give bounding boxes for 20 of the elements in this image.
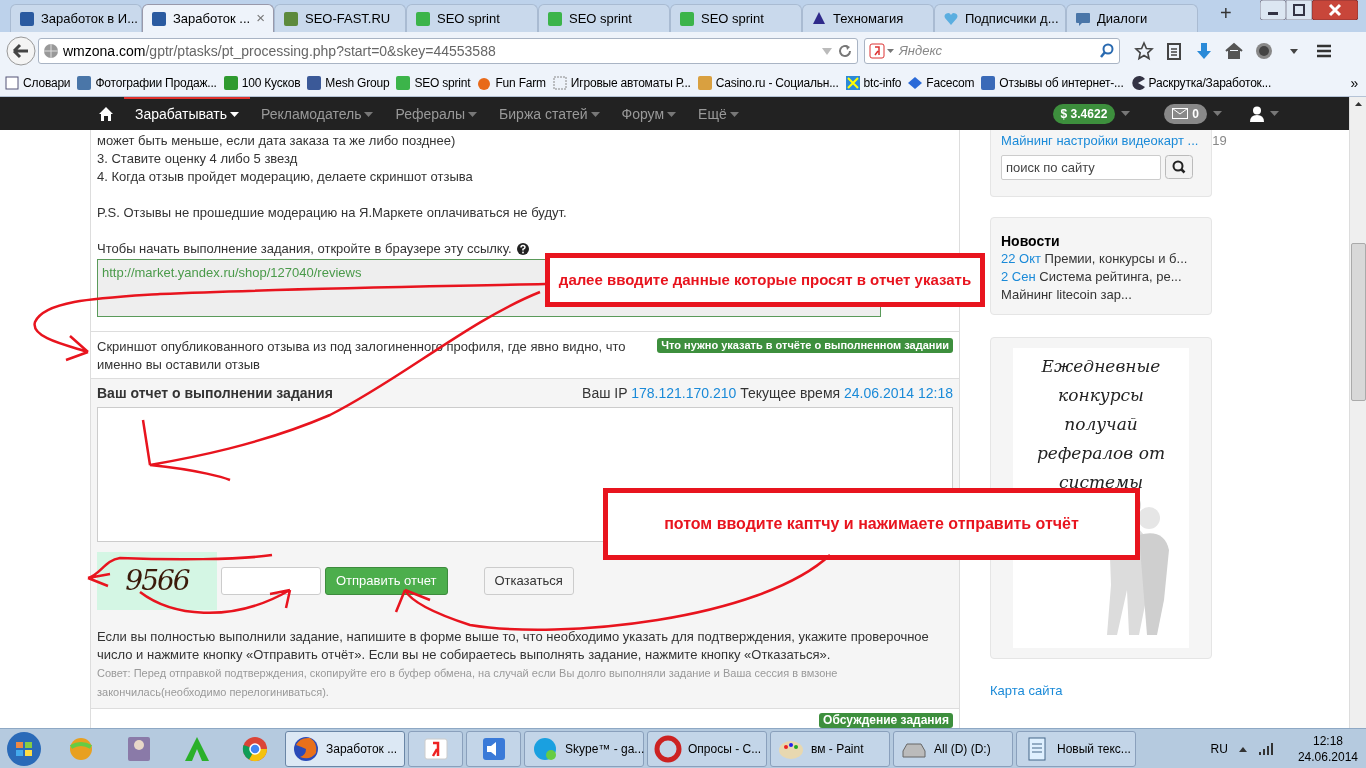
banner-text: Ежедневные: [1041, 354, 1161, 378]
banner-text: конкурсы: [1058, 383, 1144, 407]
ip-and-time-text: Ваш IP 178.121.170.210 Текущее время 24.06.2014 12:18: [582, 384, 953, 403]
task-text: Чтобы начать выполнение задания, откройте в браузере эту ссылку.: [97, 240, 512, 258]
requirement-badge: Что нужно указать в отчёте о выполненном задании: [657, 338, 953, 353]
news-title: Новости: [1001, 231, 1061, 250]
banner-text: рефералов от: [1036, 441, 1165, 465]
task-text: может быть меньше, если дата заказа та же либо позднее): [97, 132, 457, 150]
captcha-image: 9566: [97, 552, 217, 610]
address-text: wmzona.com/gptr/ptasks/pt_processing.php?start=0&skey=44553588: [63, 41, 497, 61]
task-text: 4. Когда отзыв пройдет модерацию, делаете скриншот отзыва: [97, 168, 474, 186]
instructions-text: Если вы полностью выполнили задание, напишите в форме выше то, что необходимо указать для подтверждения, укажите проверочное число и нажмите кнопку «Отправить отчёт». Если вы не собираетесь выполнять задание, нажмите кнопку «Отказаться».: [97, 628, 930, 664]
task-text: 3. Ставите оценку 4 либо 5 звезд: [97, 150, 299, 168]
report-title: Ваш отчет о выполнении задания: [97, 384, 333, 403]
banner-text: получай: [1064, 412, 1138, 436]
annotation-tooltip: потом вводите каптчу и нажимаете отправить отчёт: [603, 488, 1140, 560]
annotation-tooltip: далее вводите данные которые просят в отчет указать: [545, 253, 985, 307]
topic-count: 19: [1212, 132, 1227, 150]
tip-text: Совет: Перед отправкой подтверждения, скопируйте его в буфер обмена, на случай если Вы долго выполняли задание и Ваша сессия в вмзоне закончилась(необходимо перелогиниваться).: [97, 666, 839, 700]
task-text: P.S. Отзывы не прошедшие модерацию на Я.Маркете оплачиваться не будут.: [97, 204, 568, 222]
